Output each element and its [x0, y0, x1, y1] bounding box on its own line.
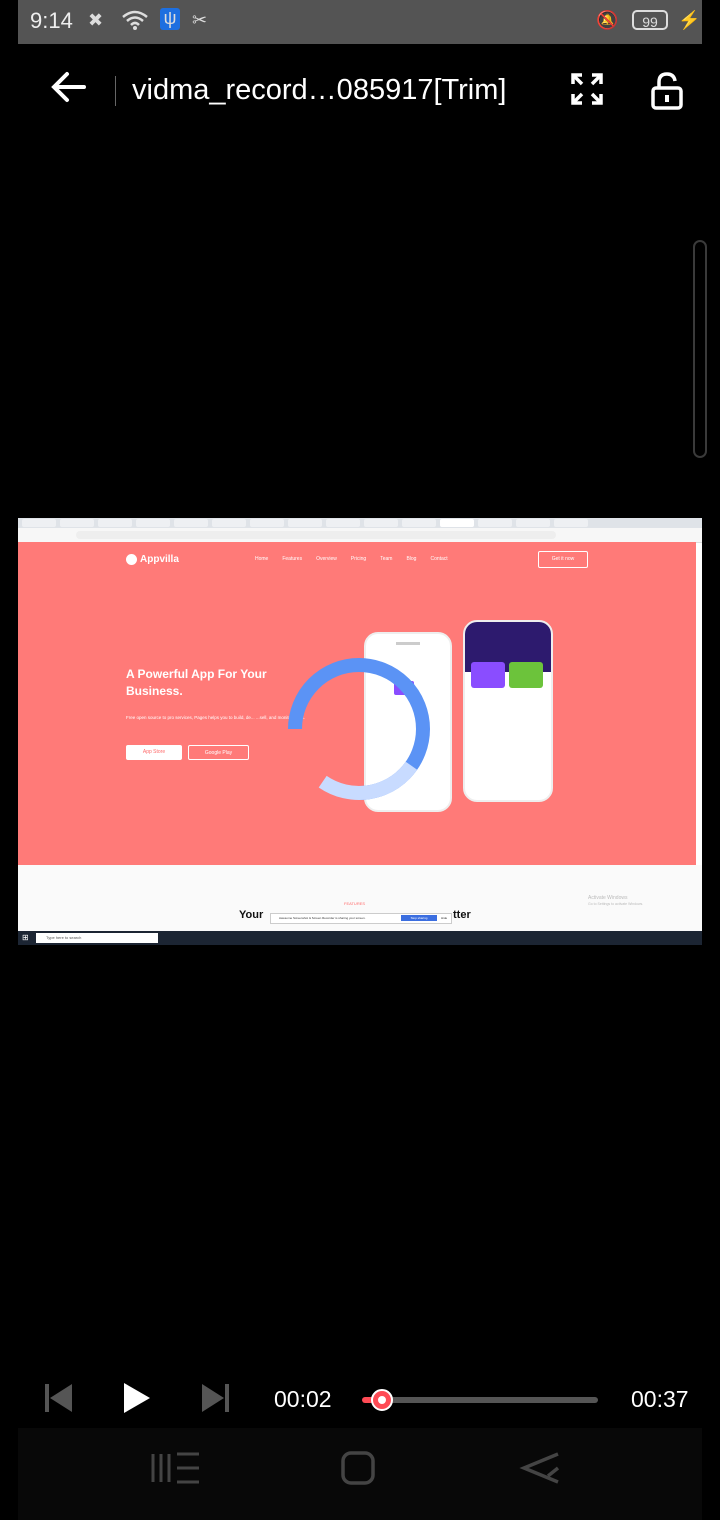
site-brand: Appvilla [126, 554, 179, 565]
battery-level: 99 [632, 10, 668, 30]
recent-apps-button[interactable] [150, 1450, 202, 1496]
site-features: FEATURES Your tter Awesome Screenshot & … [18, 865, 702, 931]
activate-windows: Activate Windows Go to Settings to activ… [588, 895, 644, 906]
screen-share-bar: Awesome Screenshot & Screen Recorder is … [270, 913, 452, 924]
windows-taskbar: ⊞ Type here to search [18, 931, 702, 945]
fullscreen-button[interactable] [570, 72, 604, 114]
video-title: vidma_record…085917[Trim] [132, 74, 507, 106]
arrow-left-icon [51, 72, 86, 102]
site-ring-graphic [288, 658, 430, 800]
mute-vibrate-icon: 🔕 [596, 10, 619, 30]
site-phone-right [463, 620, 553, 802]
windows-start-icon: ⊞ [22, 933, 29, 942]
skip-previous-icon [45, 1384, 72, 1412]
play-button[interactable] [122, 1382, 152, 1423]
site-app-store: App Store [126, 745, 182, 760]
charging-icon: ⚡ [678, 10, 701, 30]
fullscreen-icon [571, 73, 603, 105]
skip-previous-button[interactable] [44, 1382, 74, 1423]
video-frame[interactable]: Appvilla Home Features Overview Pricing Team… [18, 518, 702, 945]
browser-urlbar [18, 528, 702, 543]
site-google-play: Google Play [188, 745, 249, 760]
volume-handle[interactable] [693, 240, 707, 458]
system-nav-bar [18, 1428, 702, 1520]
back-icon [519, 1452, 560, 1484]
usb-icon: ψ [160, 8, 180, 30]
player-header: vidma_record…085917[Trim] [0, 44, 720, 140]
wifi-icon [122, 10, 148, 35]
site-hero: Appvilla Home Features Overview Pricing Team… [18, 542, 696, 865]
video-trim-icon: ✂ [192, 10, 208, 30]
home-button[interactable] [340, 1450, 376, 1496]
back-button[interactable] [50, 70, 86, 111]
site-cta: Get it now [538, 551, 588, 568]
unlock-icon [651, 72, 683, 110]
play-icon [124, 1383, 150, 1413]
close-notification-icon: ✖ [88, 10, 104, 30]
seek-bar[interactable] [372, 1397, 598, 1403]
player-controls: 00:02 00:37 [0, 1370, 720, 1430]
home-icon [341, 1451, 375, 1485]
duration: 00:37 [631, 1386, 689, 1412]
browser-tabs [18, 518, 702, 528]
skip-next-icon [202, 1384, 229, 1412]
seek-thumb[interactable] [371, 1389, 393, 1411]
lock-button[interactable] [650, 72, 684, 118]
recent-apps-icon [151, 1452, 199, 1484]
site-nav: Home Features Overview Pricing Team Blog Conta… [255, 556, 448, 562]
back-nav-button[interactable] [518, 1450, 562, 1496]
current-time: 00:02 [274, 1386, 332, 1412]
status-time: 9:14 [30, 8, 73, 33]
status-bar: 9:14 ✖ ψ ✂ 🔕 99 ⚡ [18, 0, 702, 44]
header-divider [115, 76, 116, 106]
skip-next-button[interactable] [200, 1382, 230, 1423]
taskbar-search: Type here to search [36, 933, 158, 943]
